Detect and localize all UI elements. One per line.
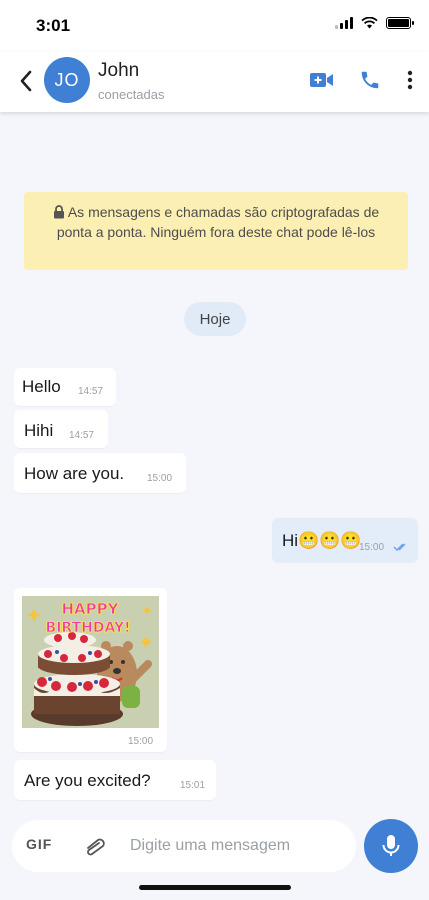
message-bubble[interactable]: How are you. 15:00 (14, 453, 186, 493)
more-options-button[interactable] (400, 66, 420, 94)
chevron-left-icon (20, 70, 32, 92)
message-time: 15:00 (128, 736, 154, 747)
message-bubble[interactable]: Are you excited? 15:01 (14, 760, 216, 800)
more-vertical-icon (407, 70, 413, 90)
status-bar: 3:01 (0, 0, 429, 52)
encryption-notice-text: As mensagens e chamadas são criptografad… (56, 204, 380, 240)
message-time: 15:00 (147, 473, 173, 484)
message-bubble[interactable]: Hihi 14:57 (14, 410, 108, 448)
video-camera-icon (310, 73, 333, 87)
message-text: Hihi (24, 421, 54, 440)
date-separator: Hoje (184, 302, 246, 336)
video-call-button[interactable] (308, 66, 336, 94)
double-check-icon (393, 543, 406, 551)
message-time: 14:57 (78, 386, 104, 397)
encryption-notice: As mensagens e chamadas são criptografad… (24, 192, 408, 270)
paperclip-icon (87, 838, 105, 856)
message-bubble-outgoing[interactable]: Hi😬😬😬 15:00 (272, 518, 418, 562)
message-time: 15:01 (180, 780, 206, 791)
message-text: Hi😬😬😬 (282, 531, 362, 550)
message-text: Hello (22, 377, 61, 396)
message-bubble[interactable]: Hello 14:57 (14, 368, 116, 406)
wifi-icon (361, 17, 378, 29)
message-input[interactable] (130, 828, 350, 864)
sticker-text-line1: HAPPY (61, 600, 119, 618)
battery-icon (386, 17, 414, 29)
birthday-sticker[interactable]: HAPPY BIRTHDAY! (22, 596, 159, 728)
message-text: How are you. (24, 464, 125, 483)
microphone-button[interactable] (364, 819, 418, 873)
back-button[interactable] (14, 66, 38, 96)
attach-button[interactable] (82, 834, 108, 858)
phone-icon (361, 71, 379, 89)
voice-call-button[interactable] (356, 66, 384, 94)
contact-status: conectadas (98, 87, 165, 102)
gif-button[interactable]: GIF (26, 836, 52, 852)
microphone-icon (382, 835, 400, 856)
message-text: Are you excited? (24, 771, 151, 790)
message-time: 14:57 (69, 430, 95, 441)
avatar[interactable]: JO (44, 57, 90, 103)
lock-icon (53, 205, 64, 219)
home-indicator (139, 885, 291, 890)
sticker-text-line2: BIRTHDAY! (46, 620, 131, 636)
message-composer: GIF (12, 820, 356, 872)
status-icons (335, 17, 414, 29)
chat-header: JO John conectadas (0, 52, 429, 112)
status-time: 3:01 (36, 16, 71, 35)
birthday-cake-illustration: HAPPY BIRTHDAY! (22, 596, 159, 728)
message-time: 15:00 (359, 542, 385, 553)
contact-name[interactable]: John (98, 60, 139, 82)
cellular-signal-icon (335, 17, 353, 29)
